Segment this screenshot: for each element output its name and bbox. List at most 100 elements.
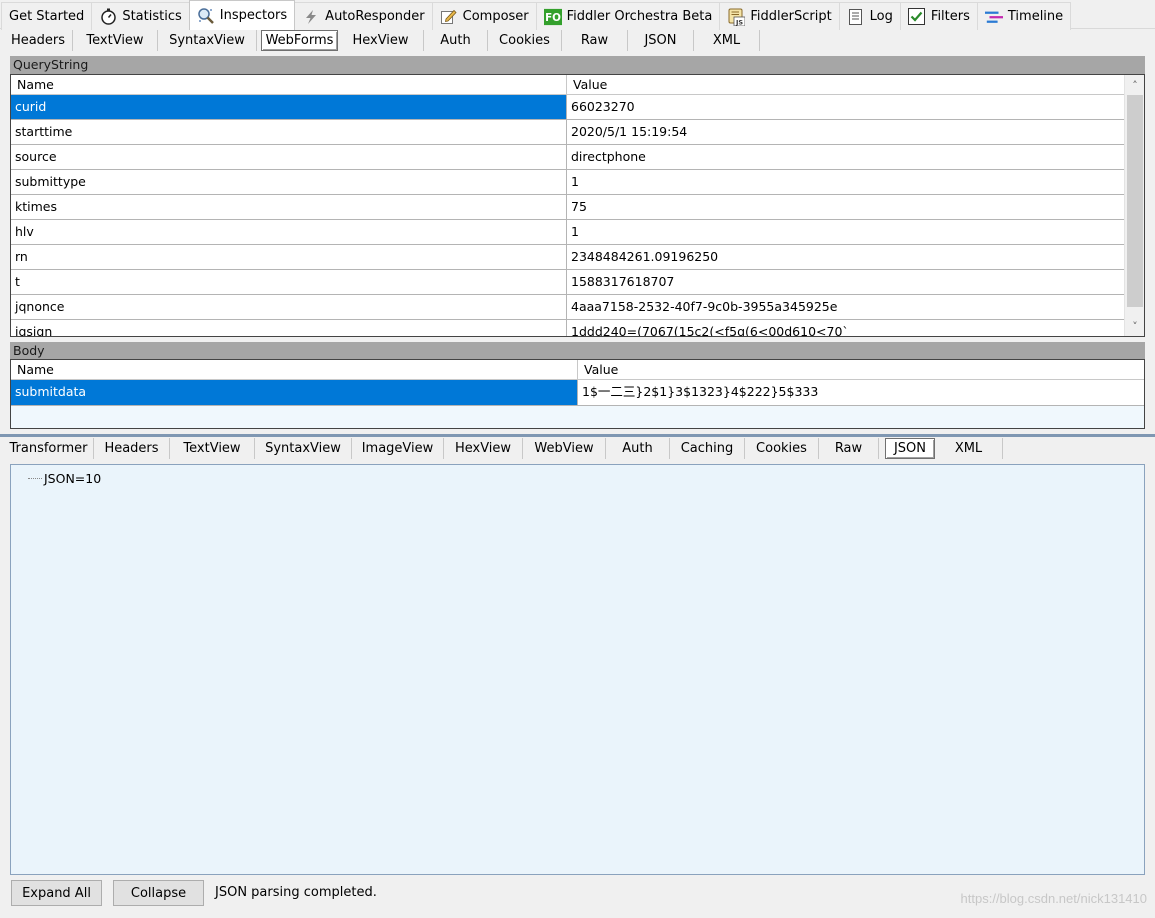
watermark: https://blog.csdn.net/nick131410 xyxy=(960,891,1147,906)
tree-connector xyxy=(28,478,42,479)
row-name: starttime xyxy=(11,120,567,144)
row-name: ktimes xyxy=(11,195,567,219)
tab-log[interactable]: Log xyxy=(838,2,901,30)
tab-autoresponder[interactable]: AutoResponder xyxy=(294,2,433,30)
req-tab-textview[interactable]: TextView xyxy=(73,30,158,51)
main-tab-strip: Get Started Statistics Inspectors AutoRe… xyxy=(0,0,1155,30)
req-tab-syntaxview[interactable]: SyntaxView xyxy=(158,30,257,51)
row-value: 1 xyxy=(571,224,579,239)
resp-tab-caching[interactable]: Caching xyxy=(670,438,745,459)
resp-tab-webview[interactable]: WebView xyxy=(523,438,606,459)
tab-label: WebForms xyxy=(265,33,334,48)
resp-tab-cookies[interactable]: Cookies xyxy=(745,438,819,459)
resp-tab-textview[interactable]: TextView xyxy=(170,438,255,459)
tab-label: Raw xyxy=(580,33,609,48)
column-header-name[interactable]: Name xyxy=(11,75,567,94)
tab-label: Raw xyxy=(834,441,863,456)
resp-tab-hexview[interactable]: HexView xyxy=(444,438,523,459)
tab-label: Fiddler Orchestra Beta xyxy=(566,9,713,24)
tab-label: Caching xyxy=(680,441,734,456)
resp-tab-imageview[interactable]: ImageView xyxy=(352,438,444,459)
resp-tab-json[interactable]: JSON xyxy=(885,438,935,459)
table-row[interactable]: submitdata 1$一二三}2$1}3$1323}4$222}5$333 xyxy=(11,380,1144,405)
json-tree-view[interactable]: JSON=10 xyxy=(10,464,1145,875)
resp-tab-raw[interactable]: Raw xyxy=(819,438,879,459)
tab-label: SyntaxView xyxy=(169,33,245,48)
resp-tab-syntaxview[interactable]: SyntaxView xyxy=(255,438,352,459)
tab-get-started[interactable]: Get Started xyxy=(1,2,93,30)
req-tab-cookies[interactable]: Cookies xyxy=(488,30,562,51)
req-tab-headers[interactable]: Headers xyxy=(4,30,73,51)
row-name: t xyxy=(11,270,567,294)
row-value: 4aaa7158-2532-40f7-9c0b-3955a345925e xyxy=(571,299,838,314)
table-row[interactable]: starttime 2020/5/1 15:19:54 xyxy=(11,120,1124,145)
req-tab-hexview[interactable]: HexView xyxy=(338,30,424,51)
resp-tab-headers[interactable]: Headers xyxy=(94,438,170,459)
req-tab-json[interactable]: JSON xyxy=(628,30,694,51)
scroll-thumb[interactable] xyxy=(1127,95,1143,307)
table-row[interactable]: curid 66023270 xyxy=(11,95,1124,120)
tab-label: Transformer xyxy=(9,441,88,456)
tab-label: Headers xyxy=(104,441,159,456)
tab-label: Cookies xyxy=(499,33,550,48)
req-tab-auth[interactable]: Auth xyxy=(424,30,488,51)
tree-node-label: JSON=10 xyxy=(44,471,102,486)
body-grid[interactable]: Name Value submitdata 1$一二三}2$1}3$1323}4… xyxy=(10,359,1145,429)
tab-label: Auth xyxy=(622,441,653,456)
checkbox-icon xyxy=(908,8,926,26)
tab-label: XML xyxy=(712,33,741,48)
json-tree-node[interactable]: JSON=10 xyxy=(28,471,101,486)
tab-timeline[interactable]: Timeline xyxy=(976,2,1072,30)
table-row[interactable]: ktimes 75 xyxy=(11,195,1124,220)
scroll-up-icon[interactable]: ˄ xyxy=(1125,75,1144,95)
vertical-scrollbar[interactable]: ˄ ˅ xyxy=(1124,75,1144,336)
tab-fiddler-orchestra[interactable]: FO Fiddler Orchestra Beta xyxy=(535,2,721,30)
tab-label: Auth xyxy=(440,33,471,48)
body-grid-inner: Name Value submitdata 1$一二三}2$1}3$1323}4… xyxy=(11,360,1144,406)
tab-label: XML xyxy=(954,441,983,456)
req-tab-raw[interactable]: Raw xyxy=(562,30,628,51)
table-row[interactable]: rn 2348484261.09196250 xyxy=(11,245,1124,270)
table-row[interactable]: hlv 1 xyxy=(11,220,1124,245)
timeline-icon xyxy=(984,8,1003,26)
row-value: 66023270 xyxy=(571,99,635,114)
resp-tab-auth[interactable]: Auth xyxy=(606,438,670,459)
column-header-value[interactable]: Value xyxy=(578,360,1144,379)
column-header-value[interactable]: Value xyxy=(567,75,1124,94)
row-value: 1$一二三}2$1}3$1323}4$222}5$333 xyxy=(582,384,819,399)
req-tab-xml[interactable]: XML xyxy=(694,30,760,51)
tab-composer[interactable]: Composer xyxy=(431,2,537,30)
resp-tab-xml[interactable]: XML xyxy=(935,438,1003,459)
tab-label: JSON xyxy=(893,441,927,456)
tab-filters[interactable]: Filters xyxy=(899,2,978,30)
document-icon xyxy=(847,8,865,26)
table-row[interactable]: jqsign 1ddd240=(7067(15c2(<f5g(6<00d610<7… xyxy=(11,320,1124,336)
row-name: submittype xyxy=(11,170,567,194)
row-name: jqsign xyxy=(11,320,567,336)
table-row[interactable]: jqnonce 4aaa7158-2532-40f7-9c0b-3955a3459… xyxy=(11,295,1124,320)
row-name: submitdata xyxy=(11,380,578,405)
row-name: jqnonce xyxy=(11,295,567,319)
querystring-rows: curid 66023270 starttime 2020/5/1 15:19:54 s… xyxy=(11,95,1144,336)
table-row[interactable]: t 1588317618707 xyxy=(11,270,1124,295)
tab-inspectors[interactable]: Inspectors xyxy=(188,0,296,30)
tab-label: Log xyxy=(869,9,893,24)
svg-text:JS: JS xyxy=(735,18,743,26)
tab-statistics[interactable]: Statistics xyxy=(91,2,190,30)
expand-all-button[interactable]: Expand All xyxy=(11,880,102,906)
tab-fiddlerscript[interactable]: JS FiddlerScript xyxy=(719,2,840,30)
querystring-grid[interactable]: Name Value curid 66023270 starttime 2020/5/… xyxy=(10,74,1145,337)
scroll-down-icon[interactable]: ˅ xyxy=(1125,316,1144,336)
tab-label: TextView xyxy=(86,33,144,48)
row-value: 1588317618707 xyxy=(571,274,675,289)
collapse-button[interactable]: Collapse xyxy=(113,880,204,906)
lightning-icon xyxy=(302,8,320,26)
column-header-name[interactable]: Name xyxy=(11,360,578,379)
resp-tab-transformer[interactable]: Transformer xyxy=(4,438,94,459)
body-header: Body xyxy=(10,342,1145,360)
pencil-icon xyxy=(440,8,458,26)
req-tab-webforms[interactable]: WebForms xyxy=(261,30,338,51)
table-row[interactable]: submittype 1 xyxy=(11,170,1124,195)
panel-splitter[interactable] xyxy=(0,434,1155,437)
table-row[interactable]: source directphone xyxy=(11,145,1124,170)
